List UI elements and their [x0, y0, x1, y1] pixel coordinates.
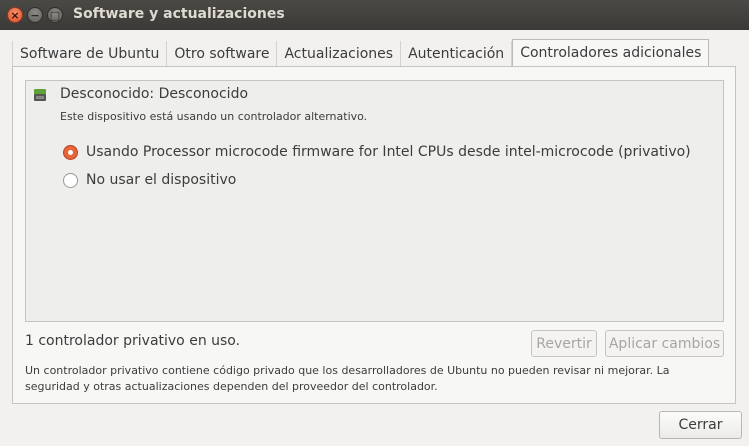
title-bar: × − □ Software y actualizaciones — [0, 0, 749, 30]
tab-otro-software[interactable]: Otro software — [167, 41, 278, 66]
radio-unchecked-icon[interactable] — [63, 172, 78, 188]
tab-bar: Software de Ubuntu Otro software Actuali… — [12, 39, 710, 67]
close-button[interactable]: Cerrar — [659, 411, 742, 439]
close-window-icon[interactable]: × — [7, 7, 23, 23]
device-subtitle: Este dispositivo está usando un controla… — [60, 110, 368, 123]
driver-status: 1 controlador privativo en uso. — [25, 333, 241, 349]
tab-autenticacion[interactable]: Autenticación — [401, 41, 513, 66]
driver-option-label: Usando Processor microcode firmware for … — [86, 144, 691, 160]
tab-software-de-ubuntu[interactable]: Software de Ubuntu — [12, 41, 168, 66]
apply-changes-button[interactable]: Aplicar cambios — [605, 330, 724, 357]
driver-option-microcode[interactable]: Usando Processor microcode firmware for … — [63, 144, 691, 160]
device-title: Desconocido: Desconocido — [60, 86, 249, 102]
drivers-list: Desconocido: Desconocido Este dispositiv… — [25, 80, 724, 322]
chip-icon — [34, 89, 46, 101]
driver-option-none[interactable]: No usar el dispositivo — [63, 172, 236, 188]
proprietary-note: Un controlador privativo contiene código… — [25, 364, 670, 393]
window-title: Software y actualizaciones — [73, 6, 285, 22]
driver-option-label: No usar el dispositivo — [86, 172, 237, 188]
tab-actualizaciones[interactable]: Actualizaciones — [277, 41, 402, 66]
drivers-panel: Desconocido: Desconocido Este dispositiv… — [12, 66, 736, 404]
minimize-window-icon[interactable]: − — [27, 7, 43, 23]
radio-checked-icon[interactable] — [63, 144, 78, 160]
tab-controladores-adicionales[interactable]: Controladores adicionales — [512, 39, 710, 66]
maximize-window-icon[interactable]: □ — [47, 7, 63, 23]
revert-button[interactable]: Revertir — [531, 330, 597, 357]
